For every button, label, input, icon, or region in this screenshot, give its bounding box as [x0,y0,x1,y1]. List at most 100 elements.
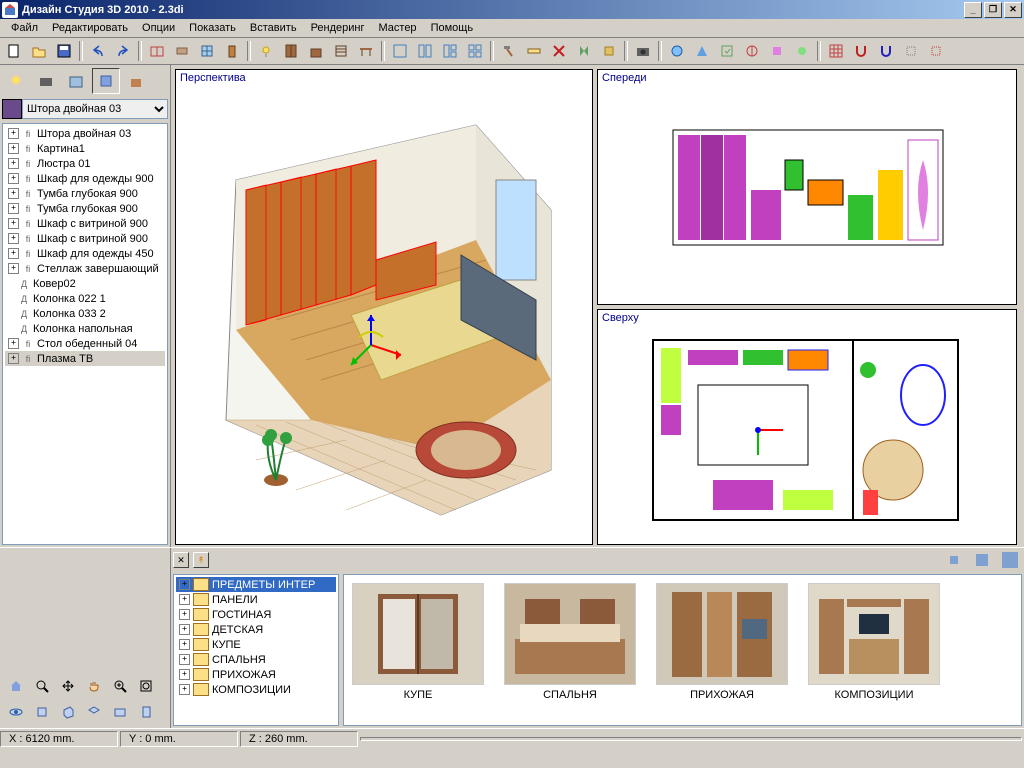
shelf-button[interactable] [329,39,353,63]
wall-button[interactable] [170,39,194,63]
nav-orbit-icon[interactable] [4,700,28,724]
view4-button[interactable] [463,39,487,63]
nav-view1-icon[interactable] [30,700,54,724]
tree-item[interactable]: +ﬁШкаф с витриной 900 [5,231,165,246]
minimize-button[interactable]: _ [964,2,982,18]
thumbsize-l-icon[interactable] [998,548,1022,572]
thumb-compositions[interactable]: КОМПОЗИЦИИ [808,583,940,701]
tab-object-icon[interactable] [92,68,120,94]
catalog-item[interactable]: +ПРИХОЖАЯ [176,667,336,682]
scene-tree[interactable]: +ﬁШтора двойная 03+ﬁКартина1+ﬁЛюстра 01+… [2,123,168,545]
nav-view5-icon[interactable] [134,700,158,724]
menu-render[interactable]: Рендеринг [304,21,372,35]
tree-item[interactable]: +ﬁТумба глубокая 900 [5,201,165,216]
door-button[interactable] [220,39,244,63]
snap2-icon[interactable] [924,39,948,63]
view3-button[interactable] [438,39,462,63]
snap1-icon[interactable] [899,39,923,63]
thumb-bedroom[interactable]: СПАЛЬНЯ [504,583,636,701]
thumb-kupe[interactable]: КУПЕ [352,583,484,701]
viewport-top[interactable]: Сверху [597,309,1017,545]
catalog-item[interactable]: +КУПЕ [176,637,336,652]
tree-item[interactable]: +ﬁШкаф с витриной 900 [5,216,165,231]
cone-icon[interactable] [690,39,714,63]
close-button[interactable]: ✕ [1004,2,1022,18]
build-icon[interactable] [597,39,621,63]
thumbsize-s-icon[interactable] [942,548,966,572]
new-button[interactable] [2,39,26,63]
catalog-item[interactable]: +ПРЕДМЕТЫ ИНТЕР [176,577,336,592]
redo-button[interactable] [111,39,135,63]
ruler-icon[interactable] [522,39,546,63]
delete-icon[interactable] [547,39,571,63]
menu-insert[interactable]: Вставить [243,21,304,35]
nav-home-icon[interactable] [4,674,28,698]
object-dropdown[interactable]: Штора двойная 03 [22,99,168,119]
catalog-item[interactable]: +ГОСТИНАЯ [176,607,336,622]
tab-light-icon[interactable] [2,68,30,94]
camera-icon[interactable] [631,39,655,63]
nav-view2-icon[interactable] [56,700,80,724]
thumb-hallway[interactable]: ПРИХОЖАЯ [656,583,788,701]
tree-item[interactable]: +ﬁКартина1 [5,141,165,156]
menu-edit[interactable]: Редактировать [45,21,135,35]
mirror-icon[interactable] [572,39,596,63]
tree-item[interactable]: ДКовер02 [5,276,165,291]
tab-camera-icon[interactable] [32,68,60,94]
tab-furniture-icon[interactable] [122,68,150,94]
menu-master[interactable]: Мастер [372,21,424,35]
tree-item[interactable]: ДКолонка 033 2 [5,306,165,321]
view2-button[interactable] [413,39,437,63]
compass-icon[interactable] [740,39,764,63]
catalog-item[interactable]: +СПАЛЬНЯ [176,652,336,667]
tool2-icon[interactable] [790,39,814,63]
tree-item[interactable]: ДКолонка 022 1 [5,291,165,306]
tree-item[interactable]: +ﬁШтора двойная 03 [5,126,165,141]
tree-item[interactable]: +ﬁШкаф для одежды 450 [5,246,165,261]
export-icon[interactable] [715,39,739,63]
save-button[interactable] [52,39,76,63]
catalog-up-button[interactable]: ↟ [193,552,209,568]
viewport-perspective[interactable]: Перспектива [175,69,593,545]
catalog-close-button[interactable]: ✕ [173,552,189,568]
thumbsize-m-icon[interactable] [970,548,994,572]
catalog-item[interactable]: +ПАНЕЛИ [176,592,336,607]
nav-view3-icon[interactable] [82,700,106,724]
light-button[interactable] [254,39,278,63]
nav-pan-icon[interactable] [56,674,80,698]
undo-button[interactable] [86,39,110,63]
tree-item[interactable]: +ﬁТумба глубокая 900 [5,186,165,201]
menu-options[interactable]: Опции [135,21,182,35]
tree-item[interactable]: ДКолонка напольная [5,321,165,336]
magnet2-icon[interactable] [874,39,898,63]
menu-help[interactable]: Помощь [424,21,481,35]
catalog-item[interactable]: +ДЕТСКАЯ [176,622,336,637]
tree-item[interactable]: +ﬁЛюстра 01 [5,156,165,171]
rooms-button[interactable] [145,39,169,63]
hammer-icon[interactable] [497,39,521,63]
tab-room-icon[interactable] [62,68,90,94]
menu-show[interactable]: Показать [182,21,243,35]
menu-file[interactable]: Файл [4,21,45,35]
tree-item[interactable]: +ﬁСтол обеденный 04 [5,336,165,351]
tree-item[interactable]: +ﬁСтеллаж завершающий [5,261,165,276]
object-selector[interactable]: Штора двойная 03 [2,99,168,119]
nav-zoom-icon[interactable] [30,674,54,698]
nav-view4-icon[interactable] [108,700,132,724]
nav-hand-icon[interactable] [82,674,106,698]
render-icon[interactable] [665,39,689,63]
tree-item[interactable]: +ﬁПлазма ТВ [5,351,165,366]
magnet1-icon[interactable] [849,39,873,63]
catalog-tree[interactable]: +ПРЕДМЕТЫ ИНТЕР+ПАНЕЛИ+ГОСТИНАЯ+ДЕТСКАЯ+… [173,574,339,726]
window-button[interactable] [195,39,219,63]
wardrobe-button[interactable] [279,39,303,63]
tree-item[interactable]: +ﬁШкаф для одежды 900 [5,171,165,186]
viewport-front[interactable]: Спереди [597,69,1017,305]
grid-icon[interactable] [824,39,848,63]
nav-zoomall-icon[interactable] [134,674,158,698]
tool1-icon[interactable] [765,39,789,63]
table-button[interactable] [354,39,378,63]
restore-button[interactable]: ❐ [984,2,1002,18]
open-button[interactable] [27,39,51,63]
view1-button[interactable] [388,39,412,63]
